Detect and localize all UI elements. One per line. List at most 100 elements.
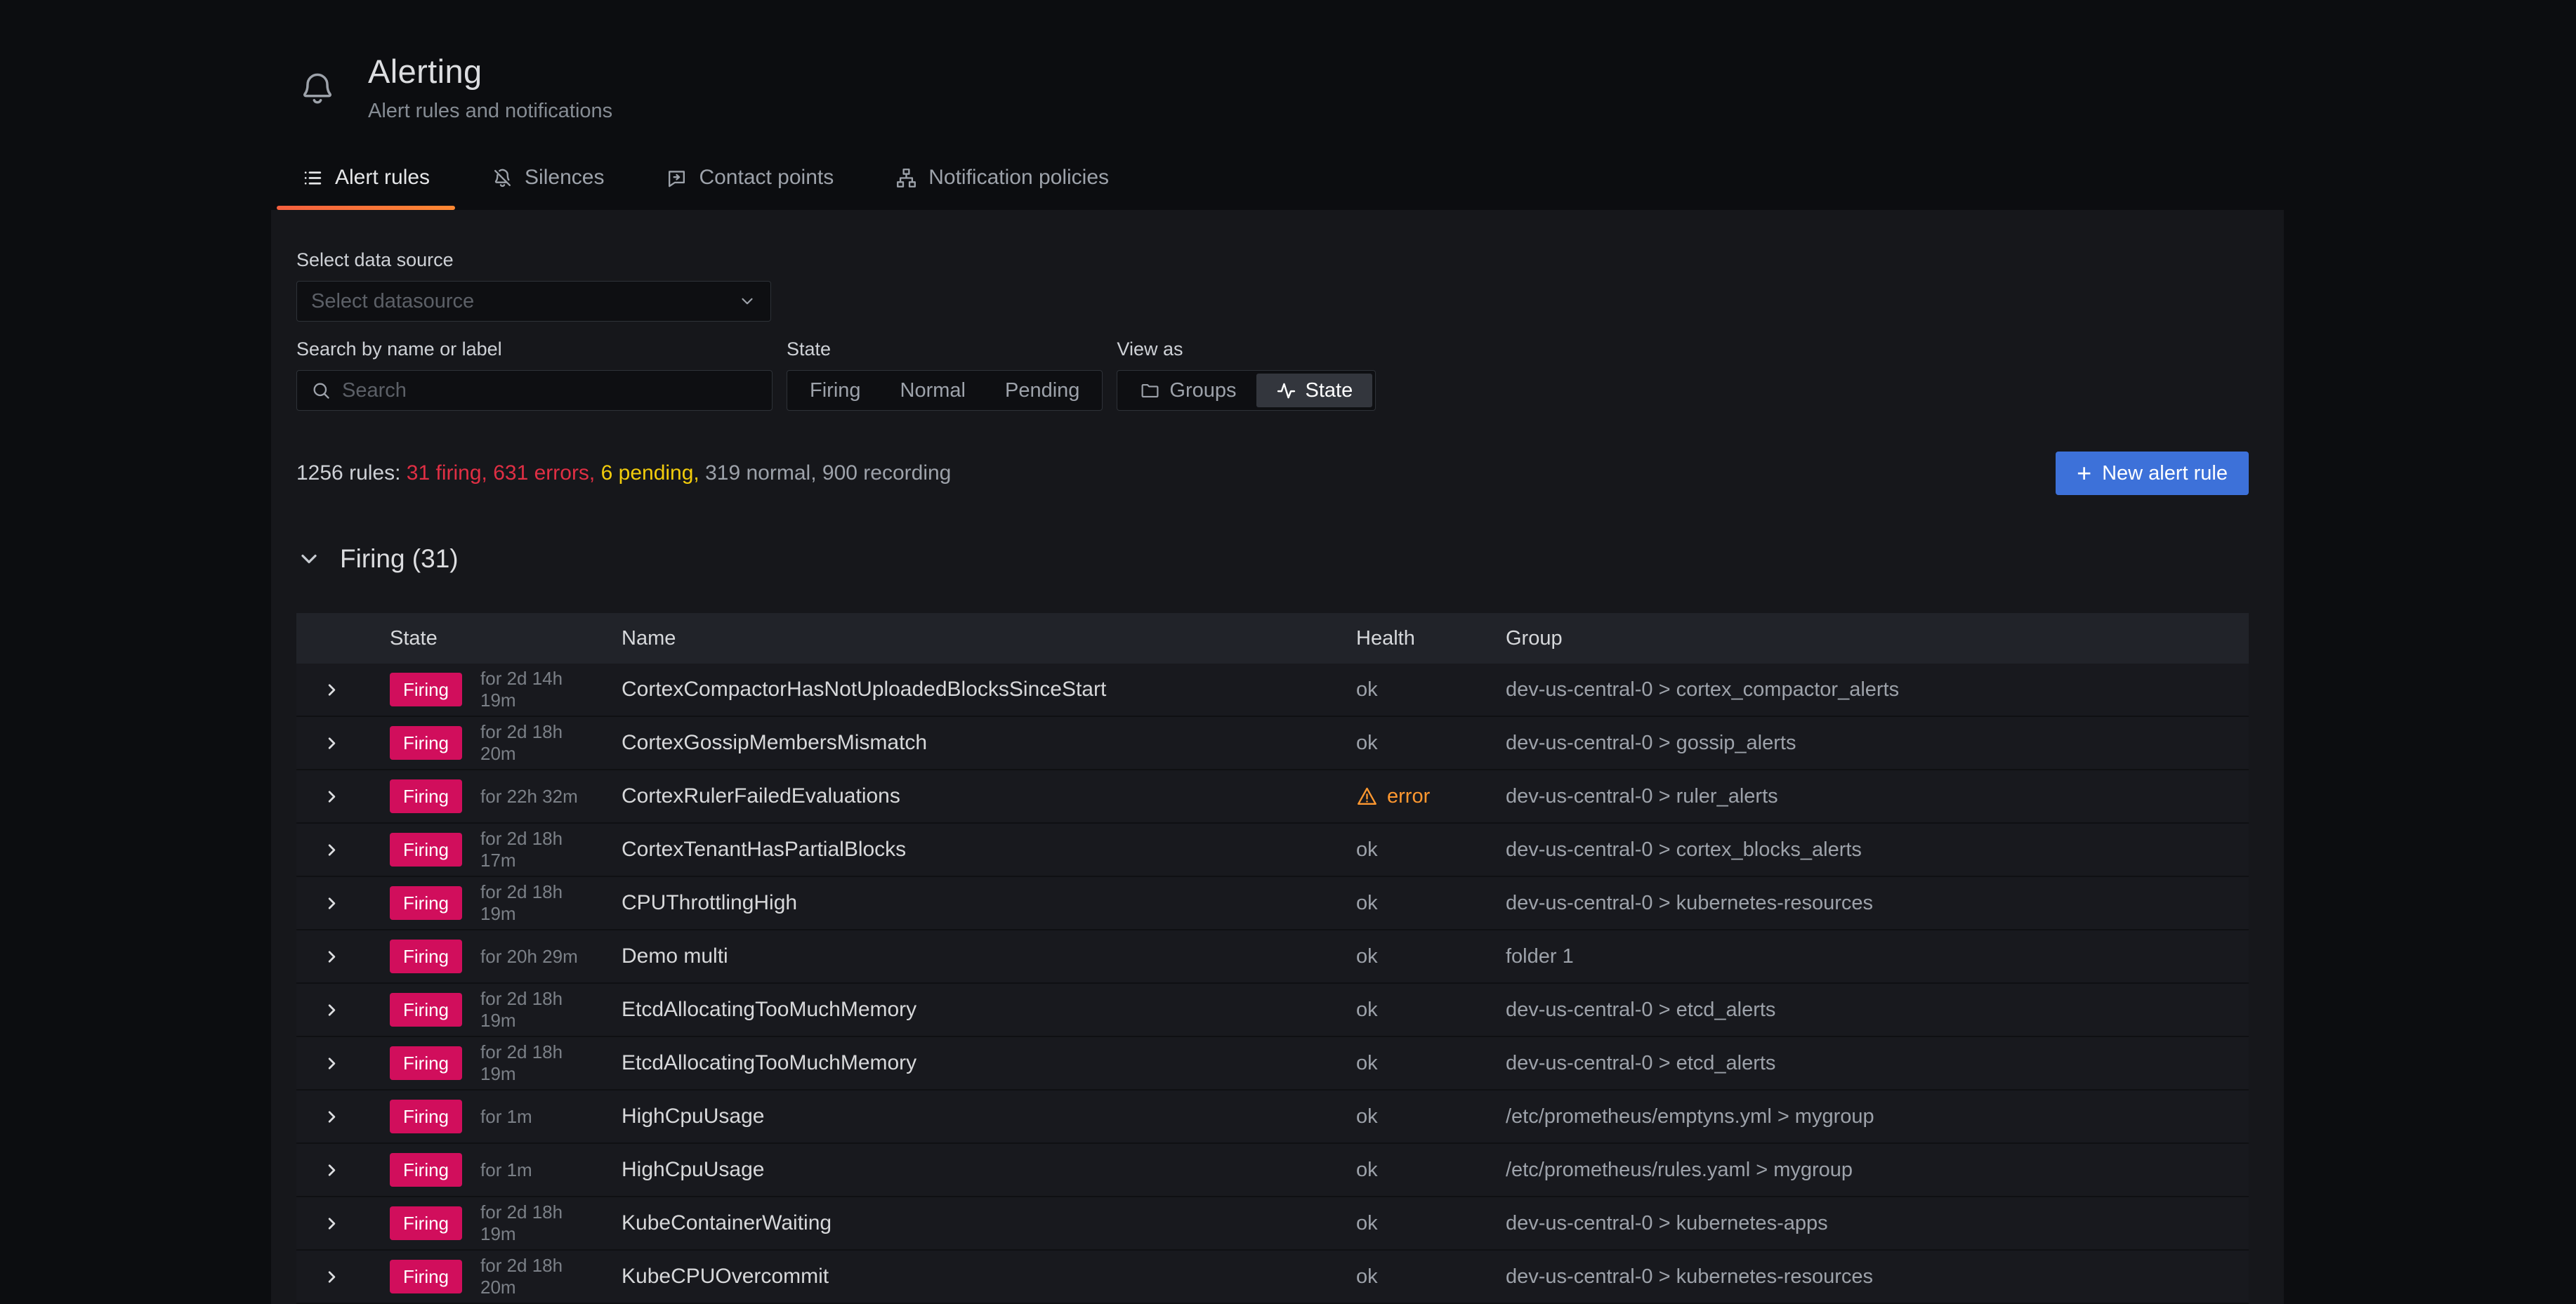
state-badge: Firing <box>390 833 462 867</box>
datasource-label: Select data source <box>296 249 2249 271</box>
state-badge: Firing <box>390 940 462 973</box>
duration-label: for 2d 18h 19m <box>480 988 598 1032</box>
state-badge: Firing <box>390 726 462 760</box>
summary-normal: 319 normal, <box>705 461 816 485</box>
expand-row-button[interactable] <box>318 836 346 864</box>
table-row: Firing for 1m HighCpuUsage ok /etc/prome… <box>296 1144 2249 1197</box>
state-badge: Firing <box>390 993 462 1027</box>
tab-label: Contact points <box>699 165 834 190</box>
health-label: ok <box>1356 1105 1378 1128</box>
filter-row: Search by name or label Search State Fir… <box>296 338 2249 411</box>
page-header: Alerting Alert rules and notifications <box>0 0 2576 123</box>
state-badge: Firing <box>390 673 462 706</box>
chevron-right-icon <box>322 1001 341 1020</box>
duration-label: for 20h 29m <box>480 946 578 968</box>
summary-total: 1256 rules: <box>296 461 400 485</box>
rule-name: CortexCompactorHasNotUploadedBlocksSince… <box>598 678 1333 702</box>
health-cell: ok <box>1333 678 1483 702</box>
duration-label: for 2d 14h 19m <box>480 668 598 711</box>
rule-name: EtcdAllocatingTooMuchMemory <box>598 998 1333 1022</box>
table-row: Firing for 20h 29m Demo multi ok folder … <box>296 930 2249 984</box>
expand-row-button[interactable] <box>318 943 346 970</box>
table-header: State Name Health Group <box>296 613 2249 664</box>
tab-notification-policies[interactable]: Notification policies <box>865 152 1140 210</box>
search-input[interactable]: Search <box>296 370 773 411</box>
chevron-right-icon <box>322 787 341 806</box>
new-alert-rule-label: New alert rule <box>2102 462 2228 485</box>
view-as-groups[interactable]: Groups <box>1120 374 1256 407</box>
expand-row-button[interactable] <box>318 996 346 1024</box>
chevron-down-icon <box>738 292 756 310</box>
warning-icon <box>1356 786 1378 808</box>
table-row: Firing for 2d 18h 19m CPUThrottlingHigh … <box>296 877 2249 930</box>
expand-row-button[interactable] <box>318 890 346 917</box>
state-badge: Firing <box>390 1046 462 1080</box>
search-field: Search by name or label Search <box>296 338 773 411</box>
table-row: Firing for 2d 18h 19m EtcdAllocatingTooM… <box>296 984 2249 1037</box>
table-row: Firing for 2d 18h 19m EtcdAllocatingTooM… <box>296 1037 2249 1091</box>
tab-contact-points[interactable]: Contact points <box>635 152 865 210</box>
datasource-placeholder: Select datasource <box>311 290 474 313</box>
state-filter-field: State Firing Normal Pending <box>787 338 1103 411</box>
rule-name: HighCpuUsage <box>598 1158 1333 1182</box>
group-path: dev-us-central-0 > cortex_compactor_aler… <box>1483 678 2249 702</box>
duration-label: for 22h 32m <box>480 786 578 808</box>
expand-row-button[interactable] <box>318 783 346 810</box>
state-filter-pending[interactable]: Pending <box>985 374 1099 407</box>
tab-silences[interactable]: Silences <box>461 152 635 210</box>
group-path: /etc/prometheus/emptyns.yml > mygroup <box>1483 1105 2249 1128</box>
rules-table: State Name Health Group Firing for 2d 14… <box>296 613 2249 1304</box>
expand-row-button[interactable] <box>318 676 346 704</box>
state-filter-firing[interactable]: Firing <box>790 374 881 407</box>
duration-label: for 2d 18h 17m <box>480 828 598 871</box>
rule-name: CortexRulerFailedEvaluations <box>598 784 1333 808</box>
group-path: /etc/prometheus/rules.yaml > mygroup <box>1483 1159 2249 1182</box>
health-label: ok <box>1356 1159 1378 1182</box>
state-filter-normal[interactable]: Normal <box>881 374 985 407</box>
duration-label: for 1m <box>480 1159 532 1181</box>
expand-row-button[interactable] <box>318 1263 346 1291</box>
bell-icon <box>298 67 337 109</box>
expand-row-button[interactable] <box>318 1157 346 1184</box>
duration-label: for 2d 18h 19m <box>480 1041 598 1085</box>
group-path: dev-us-central-0 > cortex_blocks_alerts <box>1483 838 2249 862</box>
expand-row-button[interactable] <box>318 730 346 757</box>
view-as-state[interactable]: State <box>1256 374 1373 407</box>
chevron-down-icon <box>296 546 322 572</box>
tabs-bar: Alert rules Silences Contact points <box>271 152 2576 210</box>
table-row: Firing for 1m HighCpuUsage ok /etc/prome… <box>296 1091 2249 1144</box>
group-path: dev-us-central-0 > kubernetes-resources <box>1483 892 2249 915</box>
expand-row-button[interactable] <box>318 1103 346 1131</box>
health-cell: error <box>1333 785 1483 808</box>
table-row: Firing for 2d 18h 20m CortexGossipMember… <box>296 717 2249 770</box>
tab-alert-rules[interactable]: Alert rules <box>271 152 461 210</box>
new-alert-rule-button[interactable]: + New alert rule <box>2056 452 2249 495</box>
duration-label: for 1m <box>480 1106 532 1128</box>
chevron-right-icon <box>322 841 341 860</box>
summary-errors: 631 errors, <box>493 461 595 485</box>
expand-row-button[interactable] <box>318 1210 346 1237</box>
health-label: ok <box>1356 732 1378 755</box>
firing-section-toggle[interactable]: Firing (31) <box>296 544 459 574</box>
state-badge: Firing <box>390 1206 462 1240</box>
health-label: ok <box>1356 999 1378 1022</box>
view-as-group: Groups State <box>1117 370 1376 411</box>
health-cell: ok <box>1333 1265 1483 1289</box>
chevron-right-icon <box>322 894 341 913</box>
chevron-right-icon <box>322 1161 341 1180</box>
datasource-select[interactable]: Select datasource <box>296 281 771 322</box>
content-panel: Select data source Select datasource Sea… <box>271 210 2284 1304</box>
folder-icon <box>1140 381 1160 401</box>
chevron-right-icon <box>322 1107 341 1126</box>
expand-row-button[interactable] <box>318 1050 346 1077</box>
health-cell: ok <box>1333 732 1483 755</box>
health-label: ok <box>1356 1265 1378 1289</box>
pulse-icon <box>1276 381 1296 401</box>
health-cell: ok <box>1333 1105 1483 1128</box>
state-badge: Firing <box>390 779 462 813</box>
view-as-label: View as <box>1117 338 1376 360</box>
rule-name: KubeCPUOvercommit <box>598 1265 1333 1289</box>
page-titles: Alerting Alert rules and notifications <box>368 53 612 123</box>
rule-name: CortexTenantHasPartialBlocks <box>598 838 1333 862</box>
summary-recording: 900 recording <box>822 461 951 485</box>
